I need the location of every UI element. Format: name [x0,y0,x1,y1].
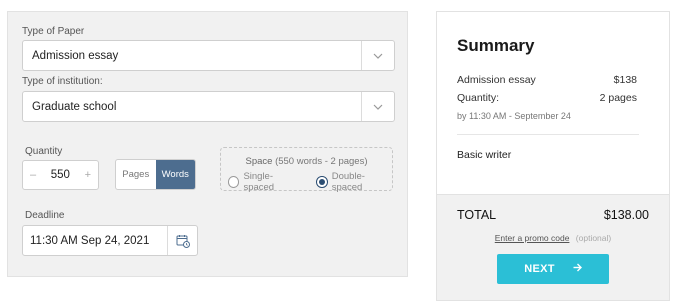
chevron-down-icon[interactable] [361,92,394,121]
summary-divider [457,134,639,135]
single-spaced-label[interactable]: Single-spaced [243,171,300,193]
spacing-title: Space (550 words - 2 pages) [221,156,392,167]
next-button[interactable]: NEXT [497,254,609,284]
summary-quantity-label: Quantity: [457,92,500,104]
promo-code: Enter a promo code (optional) [437,233,669,243]
order-summary: Summary Admission essay $138 Quantity: 2… [436,11,670,301]
summary-deadline: by 11:30 AM - September 24 [457,111,571,121]
writer-level: Basic writer [457,149,512,161]
spacing-options: Single-spaced Double-spaced [228,171,392,193]
decrement-button[interactable]: – [30,169,36,181]
unit-option-pages[interactable]: Pages [116,160,156,189]
quantity-label: Quantity [25,146,63,157]
arrow-right-icon [573,263,582,275]
double-spaced-label[interactable]: Double-spaced [332,171,392,193]
quantity-stepper[interactable]: – 550 + [22,160,99,190]
institution-type-select[interactable]: Graduate school [22,91,395,122]
summary-title: Summary [457,36,535,55]
total-label: TOTAL [457,208,497,222]
single-spaced-radio[interactable] [228,176,240,188]
paper-type-value: Admission essay [32,49,119,62]
quantity-value[interactable]: 550 [51,169,70,181]
summary-quantity-row: Quantity: 2 pages [457,92,637,104]
spacing-group: Space (550 words - 2 pages) Single-space… [220,147,393,193]
total-section: TOTAL $138.00 Enter a promo code (option… [437,194,669,300]
spacing-label: Space [245,156,273,167]
promo-code-link[interactable]: Enter a promo code [495,233,570,243]
calendar-icon[interactable] [167,226,197,255]
paper-type-select[interactable]: Admission essay [22,40,395,71]
order-form-panel: Type of Paper Admission essay Type of in… [7,11,408,277]
summary-item-name: Admission essay [457,74,536,86]
unit-option-words[interactable]: Words [155,160,195,189]
chevron-down-icon[interactable] [361,41,394,70]
promo-optional-note: (optional) [575,233,612,243]
next-button-label: NEXT [524,263,555,275]
summary-item-price: $138 [613,74,637,86]
spacing-hint: (550 words - 2 pages) [275,156,368,167]
paper-type-label: Type of Paper [22,26,85,37]
institution-type-value: Graduate school [32,100,117,113]
unit-toggle[interactable]: Pages Words [115,159,196,190]
summary-quantity-value: 2 pages [599,92,637,104]
total-value: $138.00 [603,208,649,222]
deadline-field[interactable]: 11:30 AM Sep 24, 2021 [22,225,198,256]
institution-type-label: Type of institution: [22,76,103,87]
double-spaced-radio[interactable] [316,176,328,188]
summary-item-row: Admission essay $138 [457,74,637,86]
deadline-label: Deadline [25,210,65,221]
deadline-value[interactable]: 11:30 AM Sep 24, 2021 [23,235,167,247]
total-row: TOTAL $138.00 [457,208,649,222]
increment-button[interactable]: + [85,169,91,181]
